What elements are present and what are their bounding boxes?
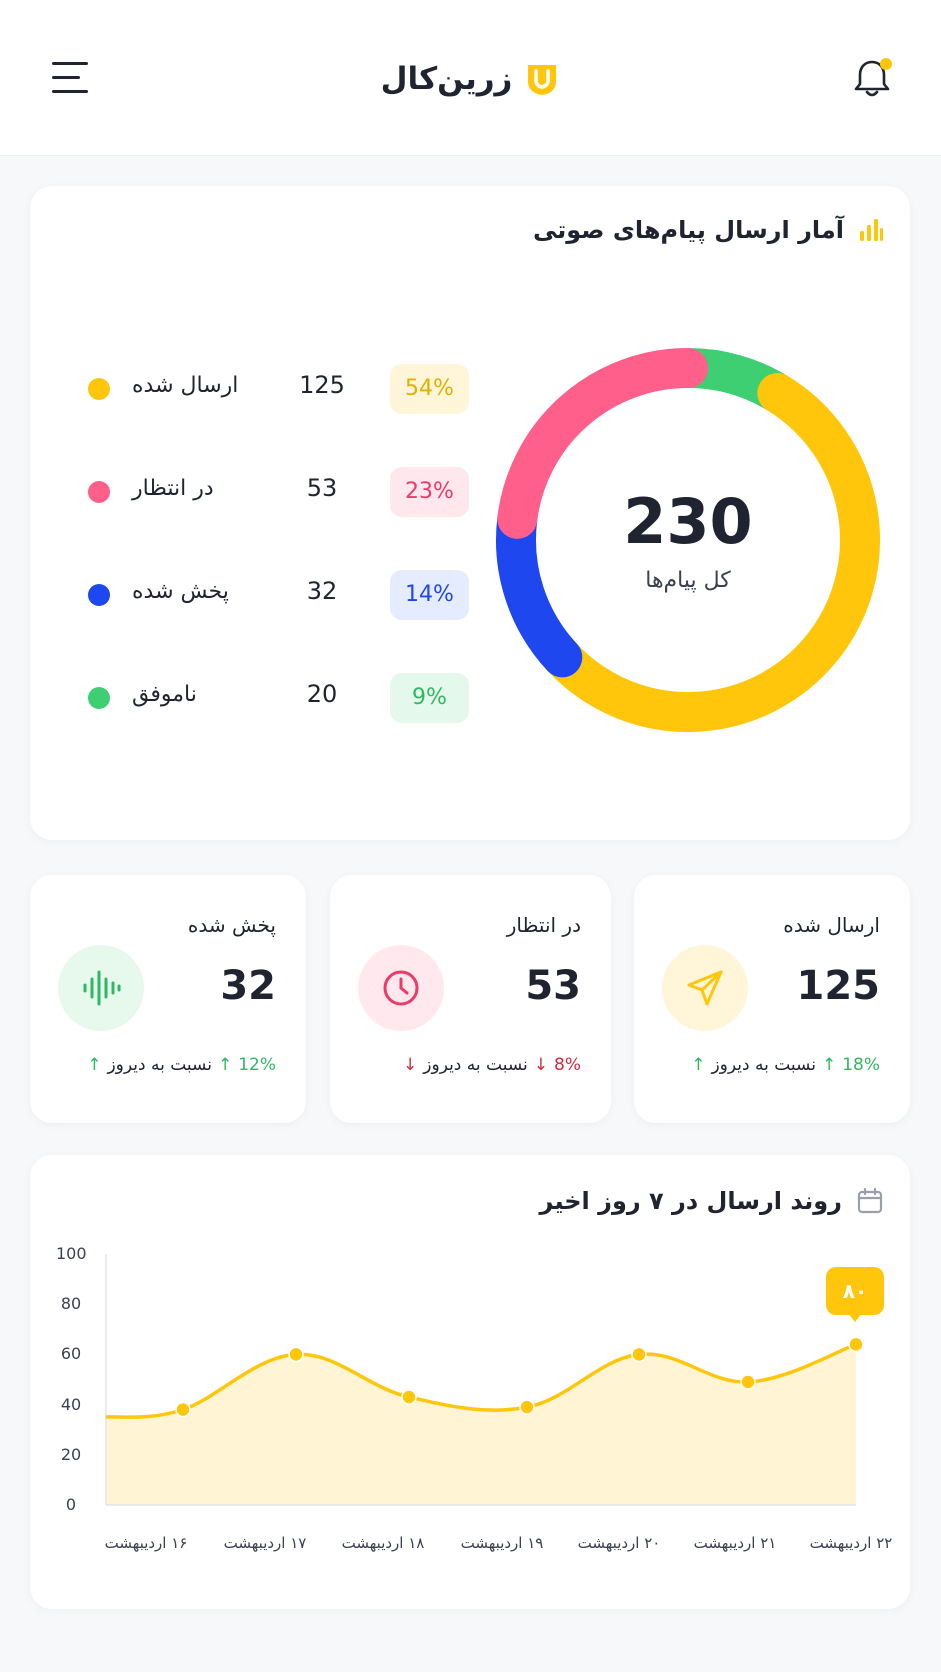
y-tick-label: 60 (60, 1344, 82, 1364)
stat-change-percent: 8% (554, 1055, 581, 1075)
stat-change-text: نسبت به دیروز (107, 1055, 212, 1075)
stat-icon-badge (358, 945, 444, 1031)
legend-label: در انتظار (132, 476, 214, 501)
stat-icon-badge (58, 945, 144, 1031)
stat-card-pending: در انتظار 53 8% ↓ نسبت به دیروز ↓ (330, 875, 611, 1123)
stat-change-percent: 12% (238, 1055, 276, 1075)
legend-label: پخش شده (132, 579, 229, 604)
summary-card: آمار ارسال پیام‌های صوتی ارسال شده 125 5… (30, 186, 910, 840)
x-tick-label: ۲۲ اردیبهشت (809, 1534, 893, 1552)
x-tick-label: ۱۷ اردیبهشت (223, 1534, 307, 1552)
stat-change: 12% ↑ نسبت به دیروز ↑ (87, 1055, 276, 1075)
stat-value: 32 (220, 963, 276, 1009)
legend-count: 20 (306, 680, 338, 708)
donut-chart: 230 کل پیام‌ها (488, 340, 888, 740)
stat-icon-badge (662, 945, 748, 1031)
stat-label: پخش شده (187, 913, 276, 937)
stat-change: 18% ↑ نسبت به دیروز ↑ (691, 1055, 880, 1075)
legend-count: 32 (306, 577, 338, 605)
x-tick-label: ۲۱ اردیبهشت (693, 1534, 777, 1552)
stat-label: در انتظار (506, 913, 581, 937)
total-messages-value: 230 (623, 485, 753, 558)
legend-dot (88, 378, 110, 400)
x-tick-label: ۲۰ اردیبهشت (577, 1534, 661, 1552)
stat-change-percent: 18% (842, 1055, 880, 1075)
legend-percent: 9% (390, 673, 469, 723)
legend-dot (88, 584, 110, 606)
sound-wave-icon (83, 970, 121, 1006)
notification-button[interactable] (852, 56, 894, 100)
app-header: زرین‌کال (0, 0, 941, 156)
legend-item-played: پخش شده 32 14% (30, 565, 490, 625)
calendar-icon (857, 1187, 883, 1214)
arrow-up-icon: ↑ (87, 1055, 102, 1075)
legend-item-pending: در انتظار 53 23% (30, 462, 490, 522)
y-tick-label: 40 (60, 1394, 82, 1414)
legend-percent: 14% (390, 570, 469, 620)
arrow-up-icon: ↑ (217, 1055, 233, 1075)
logo-icon (528, 65, 557, 95)
y-tick-label: 0 (65, 1495, 77, 1514)
trend-card-title: روند ارسال در ۷ روز اخیر (540, 1187, 884, 1215)
legend-item-sent: ارسال شده 125 54% (30, 359, 490, 419)
y-tick-label: 100 (56, 1244, 87, 1263)
chart-tooltip: ۸۰ (826, 1267, 884, 1322)
stat-change-text: نسبت به دیروز (423, 1055, 528, 1075)
x-tick-label: ۱۹ اردیبهشت (460, 1534, 544, 1552)
legend-count: 53 (306, 474, 338, 502)
total-messages-label: کل پیام‌ها (645, 568, 731, 593)
notification-dot (880, 58, 892, 70)
paper-plane-icon (687, 970, 723, 1006)
brand-name: زرین‌کال (380, 61, 513, 97)
clock-icon (383, 970, 419, 1006)
y-tick-label: 20 (60, 1444, 82, 1464)
legend-count: 125 (299, 371, 345, 399)
stat-value: 125 (796, 963, 881, 1009)
legend-dot (88, 481, 110, 503)
stat-label: ارسال شده (783, 913, 880, 937)
arrow-up-icon: ↑ (821, 1055, 837, 1075)
arrow-up-icon: ↑ (691, 1055, 706, 1075)
stat-value: 53 (525, 963, 581, 1009)
y-tick-label: 80 (60, 1294, 82, 1314)
legend-item-failed: ناموفق 20 9% (30, 668, 490, 728)
stat-card-played: پخش شده 32 12% ↑ نسبت به دیروز ↑ (30, 875, 306, 1123)
brand: زرین‌کال (0, 55, 941, 103)
stat-card-sent: ارسال شده 125 18% ↑ نسبت به دیروز ↑ (634, 875, 910, 1123)
x-tick-label: ۱۸ اردیبهشت (341, 1534, 425, 1552)
legend-label: ارسال شده (132, 373, 239, 398)
x-tick-label: ۱۶ اردیبهشت (104, 1534, 188, 1552)
legend-dot (88, 687, 110, 709)
legend-percent: 23% (390, 467, 469, 517)
bar-chart-icon (860, 219, 883, 241)
arrow-down-icon: ↓ (403, 1055, 418, 1075)
arrow-down-icon: ↓ (533, 1055, 549, 1075)
stat-change: 8% ↓ نسبت به دیروز ↓ (403, 1055, 581, 1075)
stat-change-text: نسبت به دیروز (711, 1055, 816, 1075)
legend-percent: 54% (390, 364, 469, 414)
legend-label: ناموفق (132, 682, 197, 707)
bell-icon (854, 58, 892, 97)
summary-card-title: آمار ارسال پیام‌های صوتی (533, 216, 884, 244)
